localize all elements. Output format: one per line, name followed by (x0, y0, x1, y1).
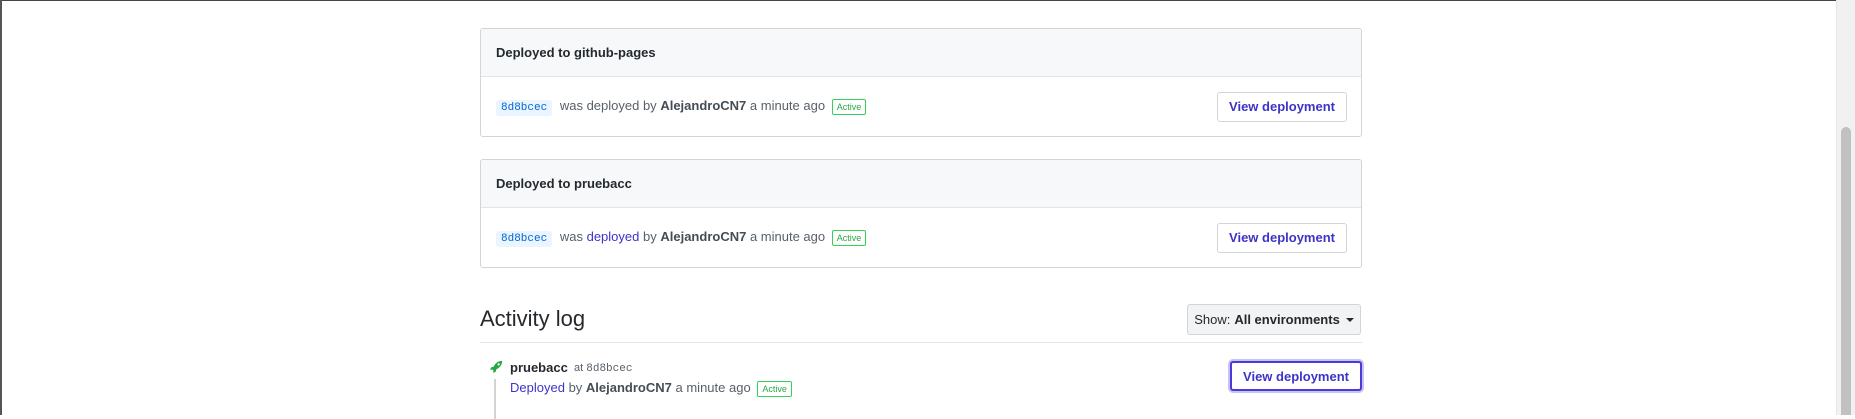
scrollbar-thumb[interactable] (1841, 127, 1851, 415)
activity-time: a minute ago (675, 380, 751, 395)
window-left-edge (0, 0, 2, 415)
deployment-card-header: Deployed to github-pages (481, 29, 1361, 77)
activity-commit-ref: at 8d8bcec (574, 362, 632, 375)
deployed-link[interactable]: Deployed (510, 380, 565, 395)
activity-log-title: Activity log (480, 306, 586, 331)
deployment-card-github-pages: Deployed to github-pages 8d8bcec was dep… (480, 28, 1362, 137)
deployment-card-header: Deployed to pruebacc (481, 160, 1361, 208)
author-link[interactable]: AlejandroCN7 (586, 380, 672, 395)
activity-detail: Deployed by AlejandroCN7 a minute ago Ac… (510, 380, 792, 397)
deployment-by-text: by (643, 229, 657, 244)
deployment-time: a minute ago (749, 98, 826, 113)
timeline-line (494, 379, 496, 419)
deployment-card-body: 8d8bcec was deployed by AlejandroCN7 a m… (481, 208, 1361, 267)
window-top-edge (0, 0, 1837, 1)
status-badge: Active (831, 99, 867, 115)
activity-by-text: by (568, 380, 583, 395)
filter-prefix: Show: (1194, 312, 1231, 327)
author-link[interactable]: AlejandroCN7 (660, 98, 746, 113)
author-link[interactable]: AlejandroCN7 (660, 229, 746, 244)
deployed-link[interactable]: deployed (587, 229, 640, 244)
status-badge: Active (757, 381, 792, 397)
deployment-was-text: was deployed by (559, 98, 657, 113)
caret-down-icon (1345, 317, 1354, 322)
activity-at-text: at (574, 362, 584, 374)
vertical-scrollbar[interactable] (1836, 0, 1855, 415)
activity-environment-link[interactable]: pruebacc (510, 360, 568, 375)
view-deployment-button[interactable]: View deployment (1230, 361, 1362, 391)
deployment-summary: 8d8bcec was deployed by AlejandroCN7 a m… (496, 98, 867, 116)
commit-sha-link[interactable]: 8d8bcec (496, 100, 553, 116)
deployment-summary: 8d8bcec was deployed by AlejandroCN7 a m… (496, 229, 867, 247)
activity-log-item: pruebacc at 8d8bcec Deployed by Alejandr… (480, 357, 1362, 419)
commit-sha-link[interactable]: 8d8bcec (496, 231, 553, 247)
status-badge: Active (831, 230, 867, 246)
activity-commit-sha[interactable]: 8d8bcec (586, 363, 632, 375)
activity-divider (480, 342, 1362, 343)
deployment-card-body: 8d8bcec was deployed by AlejandroCN7 a m… (481, 77, 1361, 136)
deployment-card-pruebacc: Deployed to pruebacc 8d8bcec was deploye… (480, 159, 1362, 268)
view-deployment-button[interactable]: View deployment (1217, 222, 1347, 253)
deployment-time: a minute ago (749, 229, 826, 244)
environment-filter-button[interactable]: Show: All environments (1187, 304, 1361, 335)
deployment-was-text: was (559, 229, 583, 244)
filter-value: All environments (1234, 312, 1340, 327)
rocket-icon (489, 360, 503, 374)
view-deployment-button[interactable]: View deployment (1217, 91, 1347, 122)
